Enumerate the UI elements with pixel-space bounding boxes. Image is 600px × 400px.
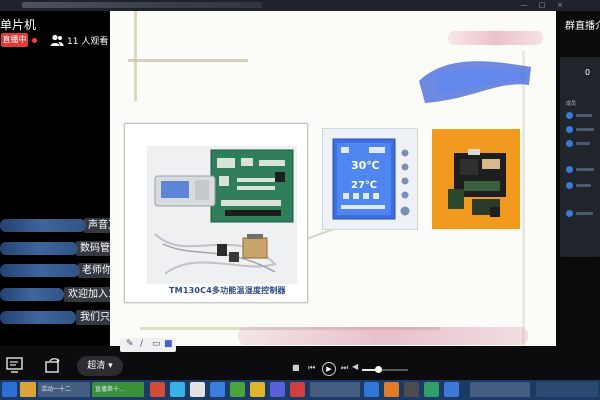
member-avatar[interactable]: [566, 126, 573, 133]
drawing-toolbar[interactable]: ✎ / ▭ ■: [120, 338, 176, 352]
app-icon[interactable]: [424, 382, 439, 397]
stop-icon[interactable]: ■: [292, 363, 300, 372]
taskbar-item[interactable]: 活动一十二: [38, 382, 90, 397]
circuit-board-image: [432, 129, 520, 229]
decorative-branch: [128, 59, 248, 62]
decorative-branch: [134, 11, 137, 101]
thermostat-set-temp: 30℃: [351, 159, 380, 172]
circuit-board-photo: [432, 129, 520, 229]
member-name-blurred: [576, 168, 594, 171]
system-tray[interactable]: [536, 382, 598, 397]
app-icon[interactable]: [170, 382, 185, 397]
app-icon[interactable]: [230, 382, 245, 397]
member-list-label: 成员: [566, 101, 577, 107]
next-icon[interactable]: ⏭: [341, 363, 348, 373]
member-name-blurred: [576, 184, 591, 187]
member-avatar[interactable]: [566, 140, 573, 147]
chat-username-blurred: [0, 219, 86, 232]
volume-icon[interactable]: ◀: [352, 362, 358, 371]
previous-icon[interactable]: ⏮: [308, 363, 315, 373]
media-controls: ■ ⏮: [292, 363, 321, 377]
product-caption: TM130C4多功能温湿度控制器: [169, 286, 286, 295]
app-icon[interactable]: [404, 382, 419, 397]
group-panel-title: 群直播介: [565, 21, 600, 32]
live-stream-window: — □ × 单片机 直播中 11 人观看 声音又小了 数码管 老师你自播过痲 欢…: [0, 0, 600, 400]
member-name-blurred: [576, 114, 592, 117]
app-icon[interactable]: [364, 382, 379, 397]
line-icon[interactable]: /: [140, 339, 143, 349]
quality-label: 超清: [87, 361, 106, 371]
live-status-dot: [32, 38, 37, 43]
app-icon[interactable]: [290, 382, 305, 397]
member-name-blurred: [576, 142, 590, 145]
app-icon[interactable]: [190, 382, 205, 397]
product-photo: TM130C4多功能温湿度控制器: [124, 123, 308, 303]
taskbar-item[interactable]: 直播第十...: [92, 382, 144, 397]
app-icon[interactable]: [444, 382, 459, 397]
chat-username-blurred: [0, 311, 76, 324]
app-icon[interactable]: [384, 382, 399, 397]
shared-slide: TM130C4多功能温湿度控制器 30℃ 27℃: [110, 11, 556, 356]
member-name-blurred: [576, 128, 594, 131]
slide-blurred-title: [448, 31, 543, 45]
blue-brush-stroke: [419, 61, 531, 103]
quality-button[interactable]: 超清 ▾: [77, 356, 123, 376]
member-avatar[interactable]: [566, 210, 573, 217]
maximize-icon[interactable]: □: [538, 1, 546, 9]
color-icon[interactable]: ■: [164, 339, 173, 349]
app-icon[interactable]: [20, 382, 36, 397]
slide-blurred-footer: [238, 327, 528, 345]
member-avatar[interactable]: [566, 112, 573, 119]
thermostat-photo: 30℃ 27℃: [322, 128, 418, 230]
viewer-count: 11 人观看: [67, 37, 109, 47]
people-icon: [50, 34, 64, 46]
live-info-panel: [0, 11, 110, 356]
pen-icon[interactable]: ✎: [126, 339, 134, 349]
taskbar-item-blurred[interactable]: [310, 382, 360, 397]
rectangle-icon[interactable]: ▭: [152, 339, 161, 349]
room-title: 单片机: [0, 18, 37, 32]
chat-username-blurred: [0, 264, 80, 277]
minimize-icon[interactable]: —: [520, 1, 528, 9]
app-icon[interactable]: [250, 382, 265, 397]
app-icon[interactable]: [270, 382, 285, 397]
member-avatar[interactable]: [566, 182, 573, 189]
rotate-icon[interactable]: [44, 357, 62, 373]
play-icon[interactable]: ▶: [322, 362, 336, 376]
controller-kit-image: [147, 146, 297, 284]
chat-username-blurred: [0, 242, 78, 255]
member-count: 0: [585, 68, 591, 77]
window-title-blurred: [22, 2, 262, 8]
close-icon[interactable]: ×: [556, 1, 564, 9]
member-avatar[interactable]: [566, 166, 573, 173]
live-badge: 直播中: [1, 33, 28, 47]
chevron-down-icon: ▾: [108, 361, 113, 371]
window-title-bar: — □ ×: [0, 0, 600, 11]
chat-username-blurred: [0, 288, 64, 301]
app-icon[interactable]: [210, 382, 225, 397]
chat-message: 数码管: [76, 241, 114, 256]
member-name-blurred: [576, 212, 593, 215]
thermostat-room-temp: 27℃: [351, 180, 378, 191]
screen-share-icon[interactable]: [6, 357, 24, 373]
taskbar-item-blurred[interactable]: [470, 382, 530, 397]
start-icon[interactable]: [2, 382, 17, 397]
app-icon[interactable]: [150, 382, 165, 397]
group-member-list: [560, 57, 600, 257]
